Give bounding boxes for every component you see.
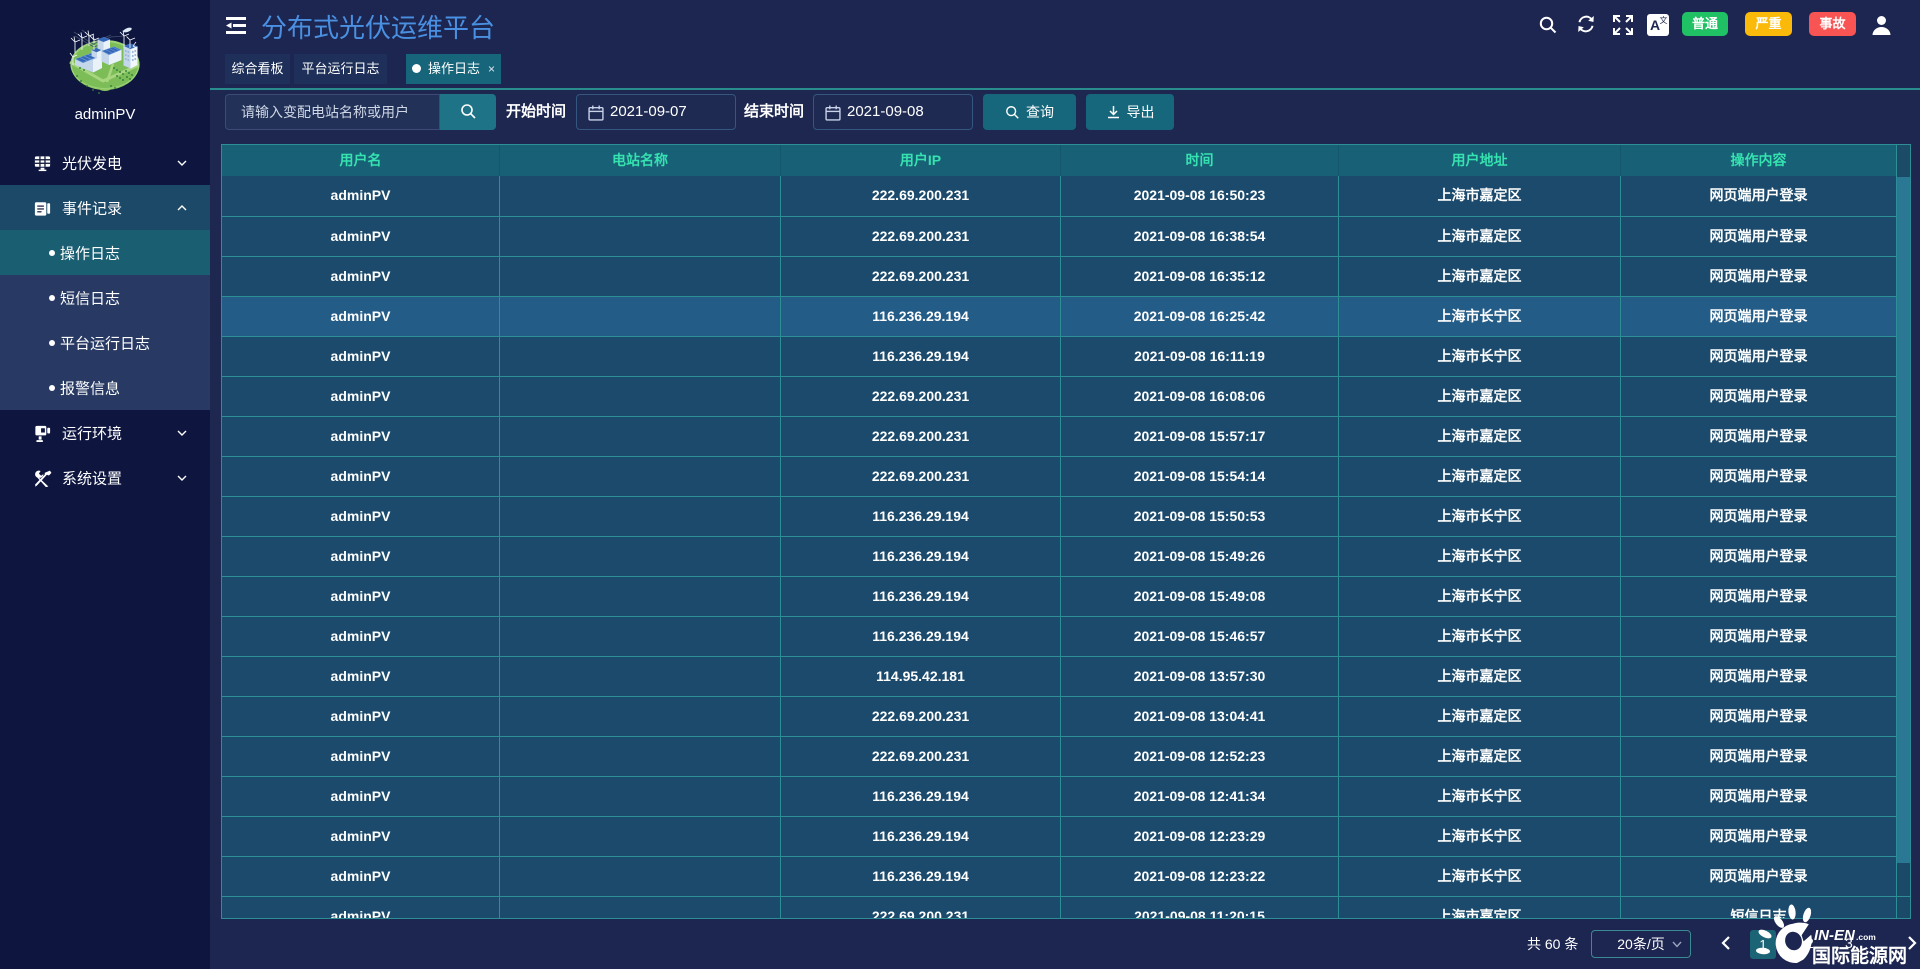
svg-text:.com: .com [1856,932,1876,942]
svg-text:国际能源网: 国际能源网 [1812,944,1907,967]
svg-text:IN-EN: IN-EN [1814,927,1856,944]
svg-text:文: 文 [1660,15,1668,25]
